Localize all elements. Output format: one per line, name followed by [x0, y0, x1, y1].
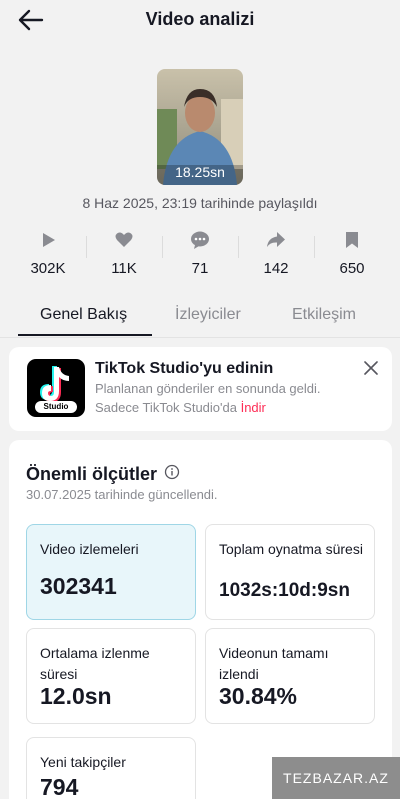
metric-total-watch-time[interactable]: Toplam oynatma süresi 1032s:10d:9sn — [205, 524, 375, 620]
play-icon — [43, 233, 55, 247]
stat-views: 302K — [10, 230, 86, 280]
stat-value: 11K — [111, 260, 137, 277]
key-metrics-title: Önemli ölçütler — [26, 464, 158, 484]
studio-label: Studio — [35, 401, 77, 413]
tab-bar: Genel Bakış İzleyiciler Etkileşim — [0, 300, 400, 338]
stat-shares: 142 — [238, 230, 314, 280]
heart-icon — [115, 232, 133, 247]
video-thumbnail[interactable]: 18.25sn — [157, 69, 243, 185]
tab-overview[interactable]: Genel Bakış — [40, 306, 127, 324]
stat-value: 142 — [263, 260, 289, 277]
download-link[interactable]: İndir — [241, 400, 266, 415]
top-bar: Video analizi — [0, 0, 400, 44]
tab-viewers[interactable]: İzleyiciler — [175, 306, 241, 324]
stat-comments: 71 — [162, 230, 238, 280]
metric-label: Videonun tamamı izlendi — [219, 645, 329, 682]
promo-cta-line: Sadece TikTok Studio'da İndir — [95, 400, 266, 415]
tiktok-studio-logo: Studio — [27, 359, 85, 417]
metric-value: 302341 — [40, 573, 117, 599]
tab-active-indicator — [18, 334, 152, 336]
close-icon[interactable] — [364, 361, 378, 375]
promo-title: TikTok Studio'yu edinin — [95, 360, 274, 377]
promo-description: Planlanan gönderiler en sonunda geldi. — [95, 381, 321, 396]
metric-average-watch-time[interactable]: Ortalama izlenme süresi 12.0sn — [26, 628, 196, 724]
metric-video-views[interactable]: Video izlemeleri 302341 — [26, 524, 196, 620]
metric-label: Yeni takipçiler — [40, 754, 126, 770]
metric-value: 1032s:10d:9sn — [219, 580, 350, 601]
updated-date: 30.07.2025 tarihinde güncellendi. — [26, 487, 218, 502]
posted-date: 8 Haz 2025, 23:19 tarihinde paylaşıldı — [82, 195, 318, 211]
stat-saves: 650 — [314, 230, 390, 280]
metric-label: Ortalama izlenme süresi — [40, 645, 150, 682]
share-icon — [267, 232, 285, 247]
tiktok-studio-banner[interactable]: Studio TikTok Studio'yu edinin Planlanan… — [9, 347, 392, 431]
stats-row: 302K 11K 71 142 650 — [10, 230, 390, 280]
stat-value: 650 — [339, 260, 365, 277]
metric-value: 30.84% — [219, 683, 298, 709]
stat-value: 71 — [191, 260, 209, 277]
stat-likes: 11K — [86, 230, 162, 280]
page-title: Video analizi — [145, 9, 255, 29]
key-metrics-card: Önemli ölçütler 30.07.2025 tarihinde gün… — [9, 440, 392, 799]
metric-label: Toplam oynatma süresi — [219, 541, 363, 557]
bookmark-icon — [346, 232, 358, 248]
metric-value: 794 — [40, 774, 79, 799]
promo-cta-prefix: Sadece TikTok Studio'da — [95, 400, 237, 415]
metric-label: Video izlemeleri — [40, 541, 139, 557]
metric-watched-full[interactable]: Videonun tamamı izlendi 30.84% — [205, 628, 375, 724]
video-duration: 18.25sn — [175, 164, 225, 180]
metric-value: 12.0sn — [40, 683, 112, 709]
tab-engagement[interactable]: Etkileşim — [292, 306, 356, 324]
watermark: TEZBAZAR.AZ — [272, 757, 400, 799]
info-icon[interactable] — [164, 464, 180, 480]
comment-icon — [191, 231, 209, 249]
stat-value: 302K — [30, 260, 66, 277]
metric-new-followers[interactable]: Yeni takipçiler 794 — [26, 737, 196, 799]
